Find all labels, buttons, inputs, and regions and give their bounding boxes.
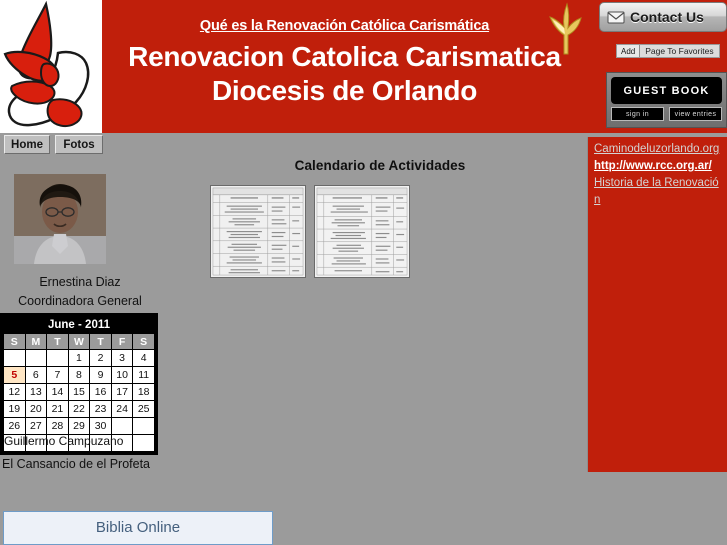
site-logo (0, 0, 102, 133)
calendar-event-cell[interactable] (133, 435, 154, 451)
side-link-rcc-org-ar[interactable]: http://www.rcc.org.ar/ (594, 158, 721, 175)
calendar-day[interactable]: 26 (4, 418, 25, 434)
guestbook-actions: sign in view entries (611, 107, 722, 121)
header-center: Qué es la Renovación Católica Carismátic… (102, 0, 587, 133)
calendar-weekday-row: S M T W T F S (4, 334, 154, 349)
coordinator-role: Coordinadora General (18, 294, 142, 308)
calendar-day[interactable]: 6 (25, 367, 47, 383)
calendar-weekday: S (133, 334, 154, 349)
coordinator-portrait-image (14, 174, 106, 264)
site-header: Qué es la Renovación Católica Carismátic… (0, 0, 727, 133)
calendar-day[interactable]: 29 (68, 418, 90, 434)
document-preview-icon (315, 186, 409, 277)
calendar-day[interactable] (25, 350, 47, 366)
calendar-day[interactable]: 28 (47, 418, 68, 434)
calendar-day[interactable] (133, 418, 154, 434)
guestbook-widget: GUEST BOOK sign in view entries (606, 72, 727, 128)
guestbook-sign-in-button[interactable]: sign in (611, 107, 664, 121)
calendar-day[interactable]: 9 (90, 367, 111, 383)
calendar-event-cell[interactable] (111, 435, 133, 451)
prophet-note-text: El Cansancio de el Profeta (2, 457, 151, 471)
nav-tab-home[interactable]: Home (4, 135, 50, 154)
calendar-day[interactable]: 21 (47, 401, 68, 417)
page-title: Renovacion Catolica Carismatica Diocesis… (102, 40, 587, 108)
calendar-day[interactable]: 3 (111, 350, 133, 366)
calendar-week-row: 5 6 7 8 9 10 11 (4, 367, 154, 383)
calendar-day[interactable]: 19 (4, 401, 25, 417)
header-widgets: Contact Us Add Page To Favorites GUEST B… (590, 0, 727, 133)
calendar-weekday: T (47, 334, 68, 349)
calendar-weekday: M (25, 334, 47, 349)
biblia-online-label: Biblia Online (95, 519, 181, 536)
calendar-week-row: 12 13 14 15 16 17 18 (4, 384, 154, 400)
calendar-day[interactable]: 14 (47, 384, 68, 400)
calendar-day-today[interactable]: 5 (4, 367, 25, 383)
calendar-day[interactable]: 16 (90, 384, 111, 400)
calendar-event-cell[interactable] (25, 435, 47, 451)
calendar-day[interactable]: 10 (111, 367, 133, 383)
calendar-table: S M T W T F S 1 2 3 4 5 6 7 8 9 10 11 12… (3, 333, 155, 452)
calendar-day[interactable]: 22 (68, 401, 90, 417)
biblia-online-box[interactable]: Biblia Online (3, 511, 273, 545)
calendar-document-thumbnail-2[interactable] (314, 185, 410, 278)
calendar-event-row (4, 435, 154, 451)
calendar-day[interactable]: 24 (111, 401, 133, 417)
calendar-document-thumbnail-1[interactable] (210, 185, 306, 278)
calendar-week-row: 1 2 3 4 (4, 350, 154, 366)
calendar-day[interactable]: 18 (133, 384, 154, 400)
calendar-week-row: 19 20 21 22 23 24 25 (4, 401, 154, 417)
side-link-historia-renovacion[interactable]: Historia de la Renovación (594, 175, 721, 209)
calendar-day[interactable]: 12 (4, 384, 25, 400)
calendar-day[interactable]: 15 (68, 384, 90, 400)
calendar-day[interactable]: 17 (111, 384, 133, 400)
main-section-title: Calendario de Actividades (294, 158, 466, 173)
calendar-day[interactable]: 4 (133, 350, 154, 366)
tagline-link[interactable]: Qué es la Renovación Católica Carismátic… (102, 18, 587, 34)
add-favorites-label[interactable]: Add (617, 45, 641, 57)
side-link-caminodeluzorlando[interactable]: Caminodeluzorlando.org (594, 141, 721, 158)
envelope-icon (607, 11, 625, 24)
calendar-weekday: W (68, 334, 90, 349)
site-title-line-1: Renovacion Catolica Carismatica (128, 41, 561, 72)
calendar-day[interactable] (47, 350, 68, 366)
calendar-event-cell[interactable] (47, 435, 68, 451)
calendar-day[interactable]: 7 (47, 367, 68, 383)
coordinator-name: Ernestina Diaz (39, 275, 121, 289)
add-to-favorites-button[interactable]: Add Page To Favorites (616, 44, 720, 58)
calendar-day[interactable]: 23 (90, 401, 111, 417)
contact-us-button[interactable]: Contact Us (599, 2, 727, 32)
main-content: Calendario de Actividades (175, 158, 585, 488)
calendar-day[interactable]: 27 (25, 418, 47, 434)
site-title-line-2: Diocesis de Orlando (211, 75, 478, 106)
calendar-day[interactable]: 13 (25, 384, 47, 400)
calendar-event-cell[interactable] (90, 435, 111, 451)
document-preview-icon (211, 186, 305, 277)
gold-dove-icon (549, 2, 582, 55)
calendar-day[interactable]: 25 (133, 401, 154, 417)
calendar-day[interactable]: 30 (90, 418, 111, 434)
calendar-month-title: June - 2011 (47, 318, 110, 331)
calendar-day[interactable] (111, 418, 133, 434)
nav-tab-fotos[interactable]: Fotos (55, 135, 103, 154)
calendar-day[interactable]: 20 (25, 401, 47, 417)
calendar-day[interactable]: 2 (90, 350, 111, 366)
guestbook-view-entries-button[interactable]: view entries (669, 107, 722, 121)
page-to-favorites-label: Page To Favorites (645, 46, 714, 56)
calendar-weekday: F (111, 334, 133, 349)
calendar-weekday: S (4, 334, 25, 349)
calendar-day[interactable]: 11 (133, 367, 154, 383)
coordinator-avatar (14, 174, 106, 264)
calendar-weekday: T (90, 334, 111, 349)
calendar-event-cell[interactable] (68, 435, 90, 451)
guestbook-title[interactable]: GUEST BOOK (611, 77, 722, 104)
right-links-panel: Caminodeluzorlando.org http://www.rcc.or… (587, 137, 727, 472)
contact-us-label: Contact Us (630, 9, 704, 25)
dove-flame-logo-icon (3, 0, 90, 128)
calendar-day[interactable]: 1 (68, 350, 90, 366)
calendar-event-cell[interactable] (4, 435, 25, 451)
calendar-week-row: 26 27 28 29 30 (4, 418, 154, 434)
calendar-day[interactable] (4, 350, 25, 366)
calendar-day[interactable]: 8 (68, 367, 90, 383)
calendar-widget[interactable]: June - 2011 S M T W T F S 1 2 3 4 5 6 7 … (0, 313, 158, 455)
